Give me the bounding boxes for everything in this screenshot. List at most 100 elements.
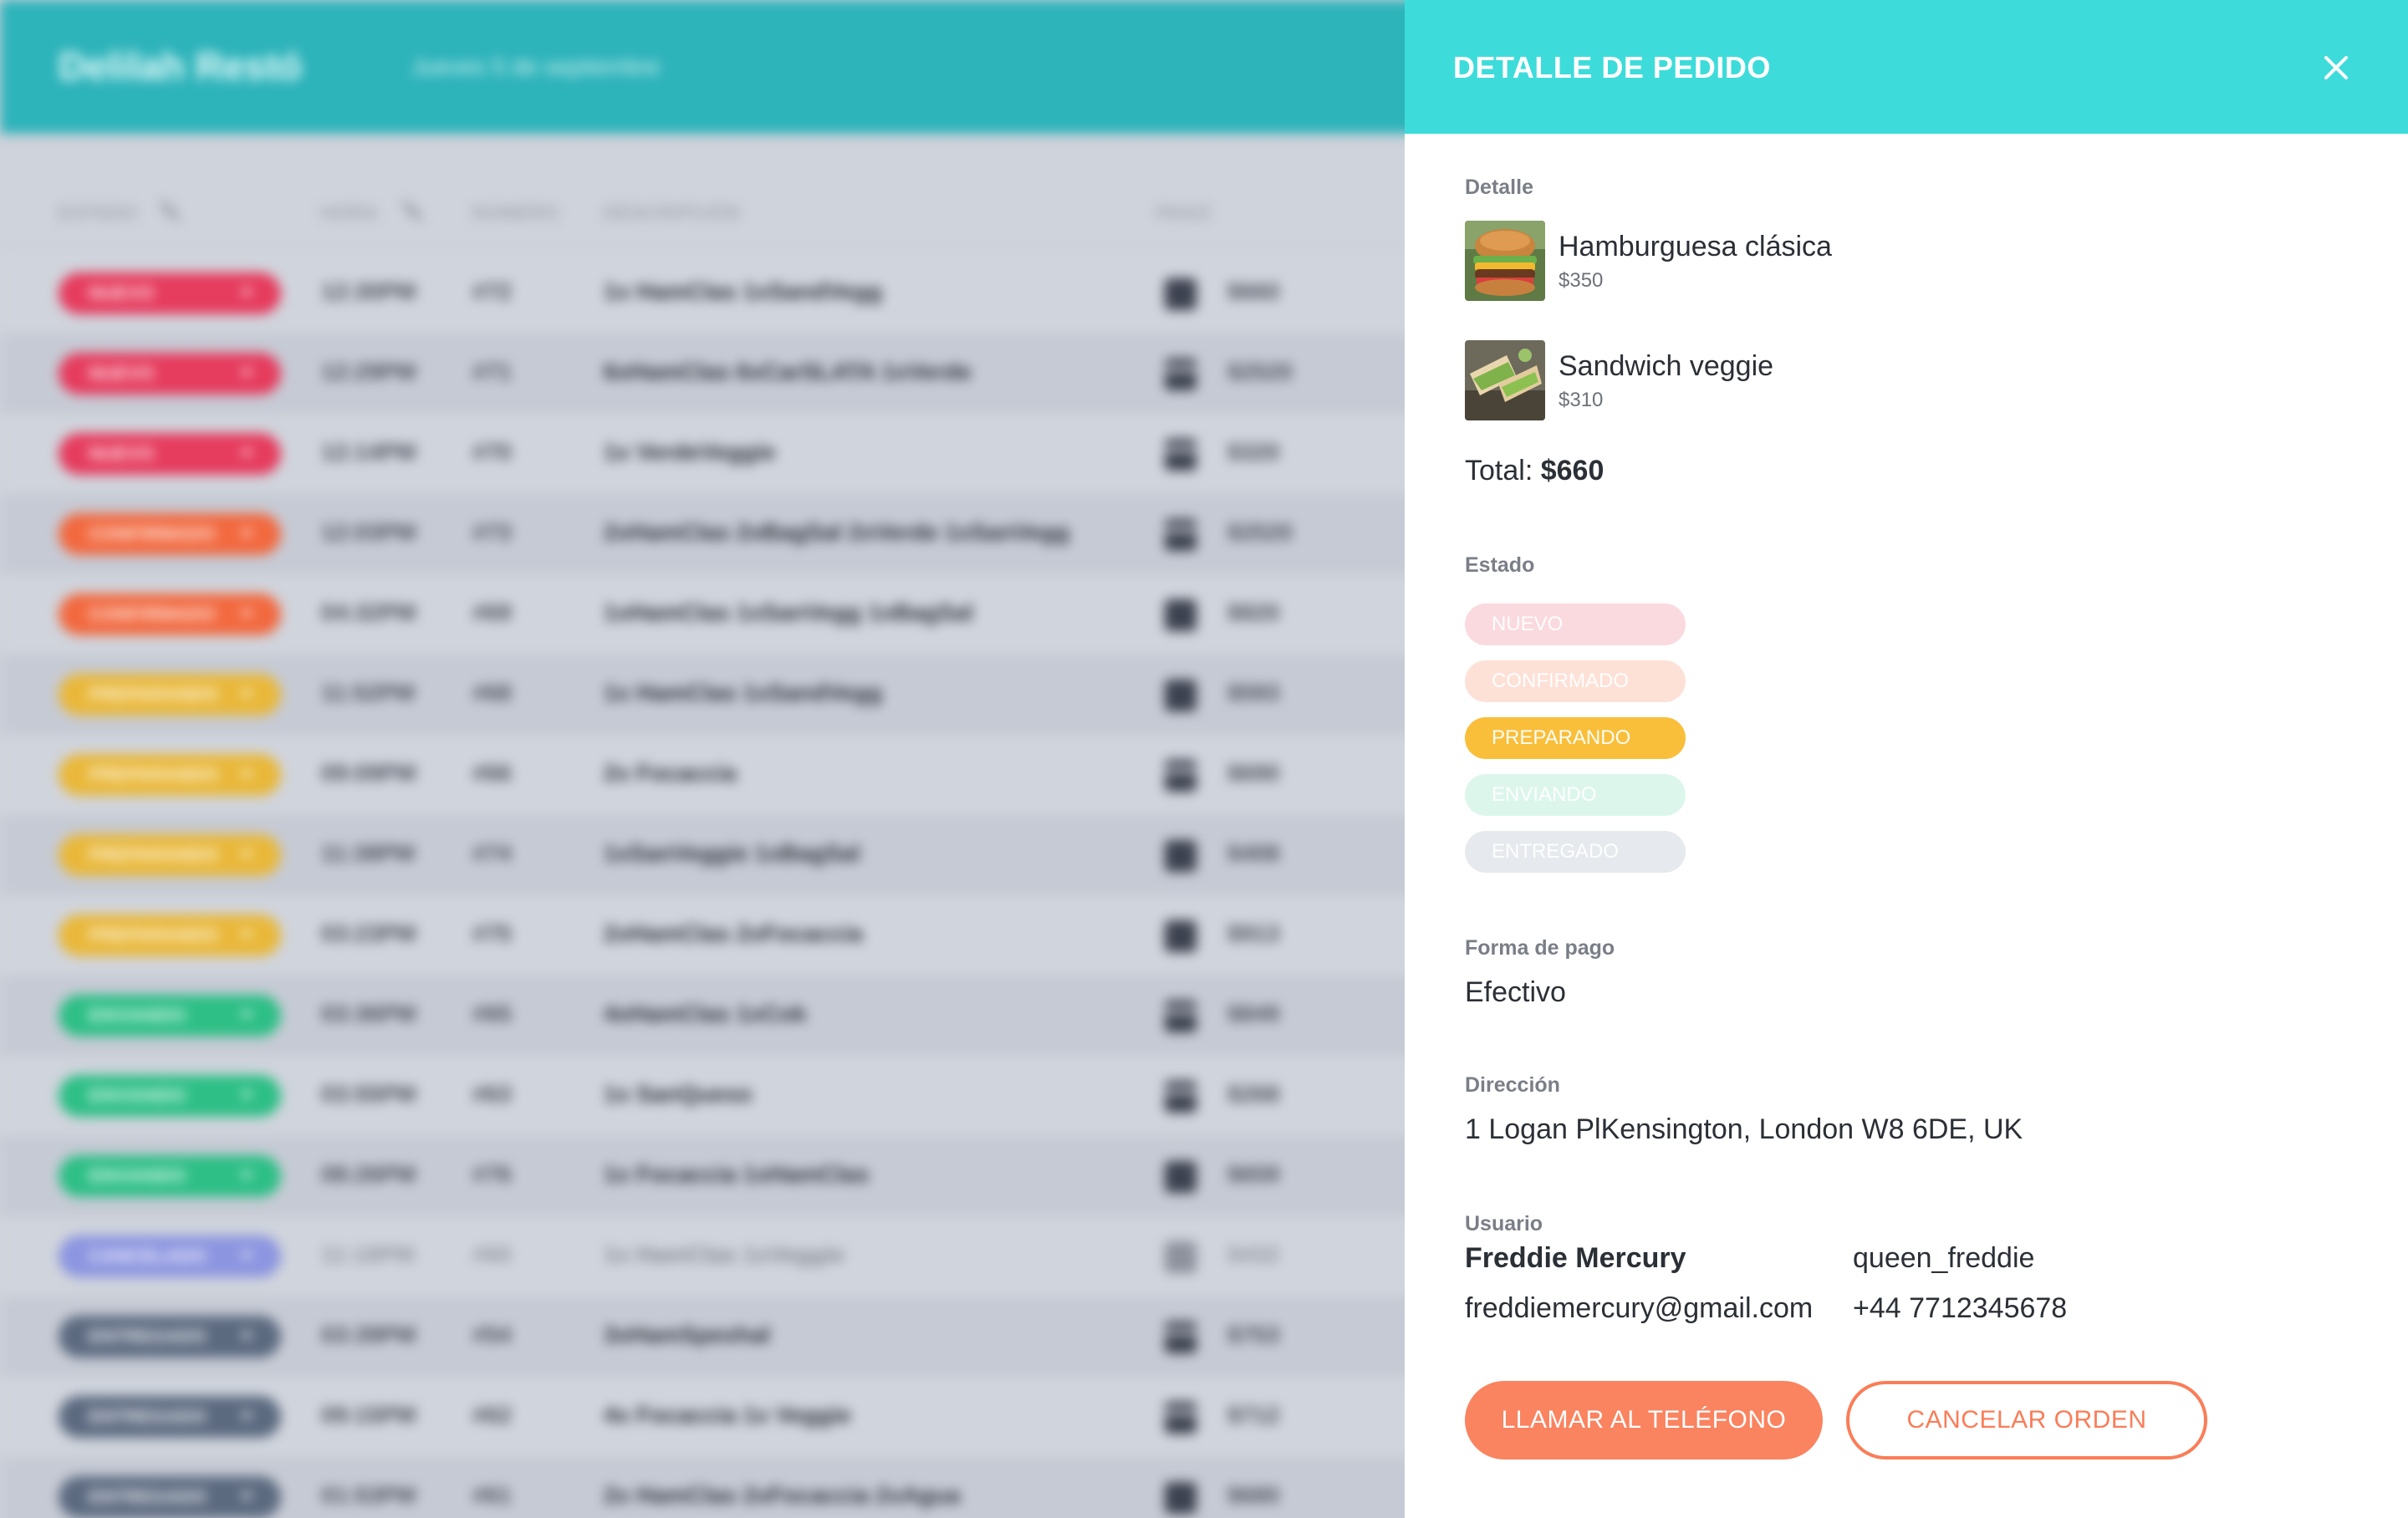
status-dropdown[interactable]: CANCELADO [59,1235,281,1277]
order-number: #62 [472,1402,512,1428]
status-dropdown[interactable]: ENTREGADO [59,1476,281,1518]
table-row[interactable]: NUEVO 12:29PM #71 6xHamClas 6xCarSLATA 1xVe… [0,334,1405,414]
detail-label: Detalle [1465,176,1533,199]
status-text: NUEVO [89,443,155,464]
header-descripcion: DESCRIPCIÓN [604,202,741,223]
credit-card-icon [1165,1081,1196,1113]
status-text: ENVIANDO [89,1165,186,1186]
status-text: ENVIANDO [89,1005,186,1026]
chevron-down-icon [241,1332,253,1340]
table-row[interactable]: PREPARANDO 03:23PM #75 2xHamClas 2xFocaccia… [0,895,1405,975]
status-text: ENTREGADO [89,1326,207,1347]
status-option-nuevo[interactable]: NUEVO [1465,604,1686,645]
status-option-preparando[interactable]: PREPARANDO [1465,717,1686,759]
order-amount: $2520 [1227,519,1293,545]
payment-value: Efectivo [1465,976,1566,1008]
header-estado[interactable]: ESTADO [59,202,138,224]
sandwich-thumbnail [1465,340,1545,420]
status-dropdown[interactable]: PREPARANDO [59,754,281,796]
header-hora[interactable]: HORA [321,202,378,224]
order-number: #76 [472,1161,512,1187]
table-row[interactable]: CANCELADO 11:18PM #60 1x HamClas 1xVeggie $4… [0,1216,1405,1296]
order-description: 2xHamClas 2xFocaccia [604,920,863,946]
status-dropdown[interactable]: NUEVO [59,433,281,475]
cash-icon [1165,1161,1196,1193]
table-row[interactable]: ENVIANDO 03:55PM #63 1x SanQueso $268 [0,1056,1405,1136]
table-row[interactable]: CONFIRMADO 12:03PM #73 2xHamClas 2xBagSal 2… [0,494,1405,574]
chevron-down-icon [241,1092,253,1099]
status-text: CONFIRMADO [89,523,216,544]
burger-thumbnail [1465,221,1545,301]
status-dropdown[interactable]: ENVIANDO [59,995,281,1037]
status-option-confirmado[interactable]: CONFIRMADO [1465,660,1686,702]
table-row[interactable]: NUEVO 12:14PM #70 1x VerdeVeggie $320 [0,414,1405,494]
order-time: 04:32PM [321,599,416,625]
status-text: NUEVO [89,363,155,384]
item-name: Sandwich veggie [1559,350,1774,382]
status-option-entregado[interactable]: ENTREGADO [1465,831,1686,873]
cash-icon [1165,1241,1196,1273]
status-dropdown[interactable]: CONFIRMADO [59,593,281,635]
order-number: #63 [472,1081,512,1107]
status-option-enviando[interactable]: ENVIANDO [1465,774,1686,816]
cancel-order-button[interactable]: CANCELAR ORDEN [1846,1381,2207,1459]
order-number: #65 [472,1001,512,1026]
status-dropdown[interactable]: PREPARANDO [59,914,281,956]
table-row[interactable]: ENTREGADO 03:39PM #54 3xHamSpeshal $753 [0,1296,1405,1377]
chevron-down-icon [241,771,253,778]
status-dropdown[interactable]: PREPARANDO [59,674,281,716]
order-amount: $849 [1227,1001,1280,1026]
order-amount: $660 [1227,278,1280,304]
status-text: PREPARANDO [89,844,218,865]
status-dropdown[interactable]: ENTREGADO [59,1396,281,1438]
cash-icon [1165,599,1196,631]
table-row[interactable]: ENTREGADO 01:53PM #61 2x HamClas 2xFocaccia… [0,1457,1405,1518]
table-row[interactable]: PREPARANDO 11:38PM #74 1xSanVeggie 1xBagSal… [0,815,1405,895]
order-time: 08:26PM [321,1161,416,1187]
order-item: Hamburguesa clásica $350 [1465,221,2050,304]
order-number: #74 [472,840,512,866]
user-name: Freddie Mercury [1465,1242,1686,1274]
status-dropdown[interactable]: ENVIANDO [59,1155,281,1197]
status-dropdown[interactable]: ENTREGADO [59,1316,281,1358]
credit-card-icon [1165,519,1196,551]
status-dropdown[interactable]: NUEVO [59,353,281,395]
table-row[interactable]: ENVIANDO 03:36PM #65 4xHamClas 1xCok $849 [0,975,1405,1056]
order-number: #73 [472,519,512,545]
table-row[interactable]: ENTREGADO 09:15PM #62 4x Focaccia 1x Veggie… [0,1377,1405,1457]
table-row[interactable]: NUEVO 12:30PM #72 1x HamClas 1xSandVegg $660 [0,253,1405,334]
order-total: Total: $660 [1465,455,1604,487]
status-dropdown[interactable]: NUEVO [59,273,281,314]
order-number: #68 [472,680,512,706]
order-amount: $712 [1227,1402,1280,1428]
status-dropdown[interactable]: CONFIRMADO [59,513,281,555]
call-phone-button[interactable]: LLAMAR AL TELÉFONO [1465,1381,1823,1459]
credit-card-icon [1165,359,1196,390]
table-row[interactable]: CONFIRMADO 04:32PM #69 1xHamClas 1xSanVegg … [0,574,1405,655]
order-description: 4xHamClas 1xCok [604,1001,807,1026]
table-row[interactable]: ENVIANDO 08:26PM #76 1x Focaccia 1xHamClas $… [0,1136,1405,1216]
status-dropdown[interactable]: ENVIANDO [59,1075,281,1117]
table-row[interactable]: PREPARANDO 11:52PM #68 1x HamClas 1xSandVeg… [0,655,1405,735]
order-time: 11:38PM [321,840,416,866]
cash-icon [1165,278,1196,310]
close-icon[interactable] [2314,47,2356,89]
brand-logo: Delilah Restó [59,44,303,88]
chevron-down-icon [241,1493,253,1500]
order-detail-drawer: DETALLE DE PEDIDO Detalle Hamburguesa cl… [1405,0,2408,1518]
sort-icon[interactable] [157,196,182,226]
sort-icon[interactable] [400,196,425,226]
order-time: 12:30PM [321,278,416,304]
order-number: #69 [472,599,512,625]
status-text: CONFIRMADO [89,604,216,624]
order-time: 03:36PM [321,1001,416,1026]
order-description: 1x VerdeVeggie [604,439,776,465]
order-time: 09:15PM [321,1402,416,1428]
status-label: Estado [1465,553,1535,577]
order-description: 2x Focaccia [604,760,737,786]
order-time: 03:39PM [321,1322,416,1347]
cash-icon [1165,680,1196,711]
table-row[interactable]: PREPARANDO 09:09PM #66 2x Focaccia $690 [0,735,1405,815]
status-dropdown[interactable]: PREPARANDO [59,834,281,876]
header-pago: PAGO [1156,202,1212,223]
